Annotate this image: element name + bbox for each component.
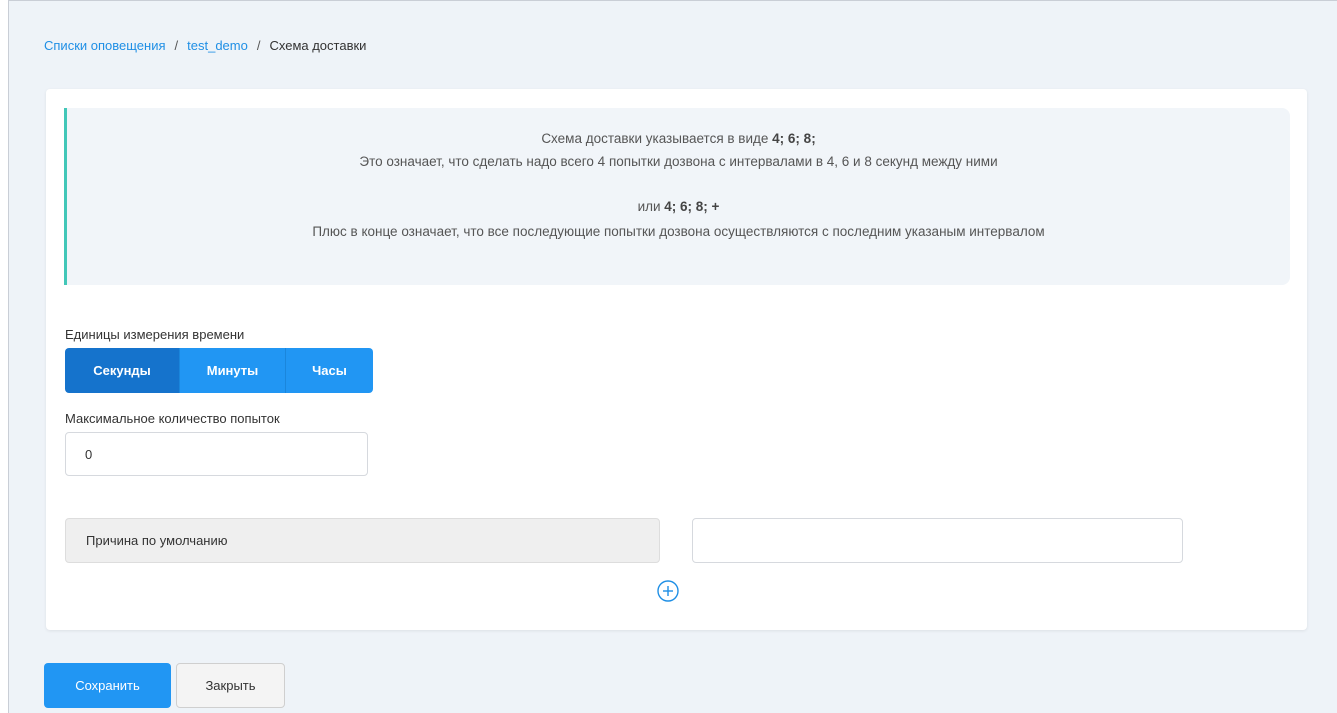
breadcrumb-current: Схема доставки: [269, 38, 367, 53]
default-reason-field: Причина по умолчанию: [65, 518, 660, 563]
time-unit-seconds-button[interactable]: Секунды: [65, 348, 179, 393]
delivery-scheme-card: Схема доставки указывается в виде 4; 6; …: [46, 89, 1307, 630]
time-units-toggle: Секунды Минуты Часы: [65, 348, 373, 393]
breadcrumb: Списки оповещения / test_demo / Схема до…: [44, 38, 366, 54]
max-attempts-input[interactable]: [65, 432, 368, 476]
info-line-2: Это означает, что сделать надо всего 4 п…: [359, 154, 998, 169]
save-button[interactable]: Сохранить: [44, 663, 171, 708]
info-line-4: Плюс в конце означает, что все последующ…: [312, 224, 1045, 239]
add-reason-button[interactable]: [657, 580, 679, 602]
reason-value-input[interactable]: [692, 518, 1183, 563]
window-top-border: [0, 0, 1337, 1]
window-left-border: [0, 0, 9, 713]
breadcrumb-separator: /: [256, 38, 261, 53]
max-attempts-label: Максимальное количество попыток: [65, 411, 280, 426]
time-units-label: Единицы измерения времени: [65, 327, 245, 342]
plus-circle-icon: [657, 580, 679, 602]
info-example-1: 4; 6; 8;: [772, 131, 816, 146]
time-unit-minutes-button[interactable]: Минуты: [179, 348, 285, 393]
close-button[interactable]: Закрыть: [176, 663, 285, 708]
info-line-3: или 4; 6; 8; +: [637, 199, 720, 214]
breadcrumb-item-list[interactable]: test_demo: [187, 38, 248, 54]
info-line-1: Схема доставки указывается в виде 4; 6; …: [541, 131, 816, 146]
info-callout: Схема доставки указывается в виде 4; 6; …: [64, 108, 1290, 285]
info-example-2: 4; 6; 8; +: [664, 199, 720, 214]
time-unit-hours-button[interactable]: Часы: [285, 348, 373, 393]
breadcrumb-separator: /: [174, 38, 179, 53]
breadcrumb-item-notification-lists[interactable]: Списки оповещения: [44, 38, 166, 54]
